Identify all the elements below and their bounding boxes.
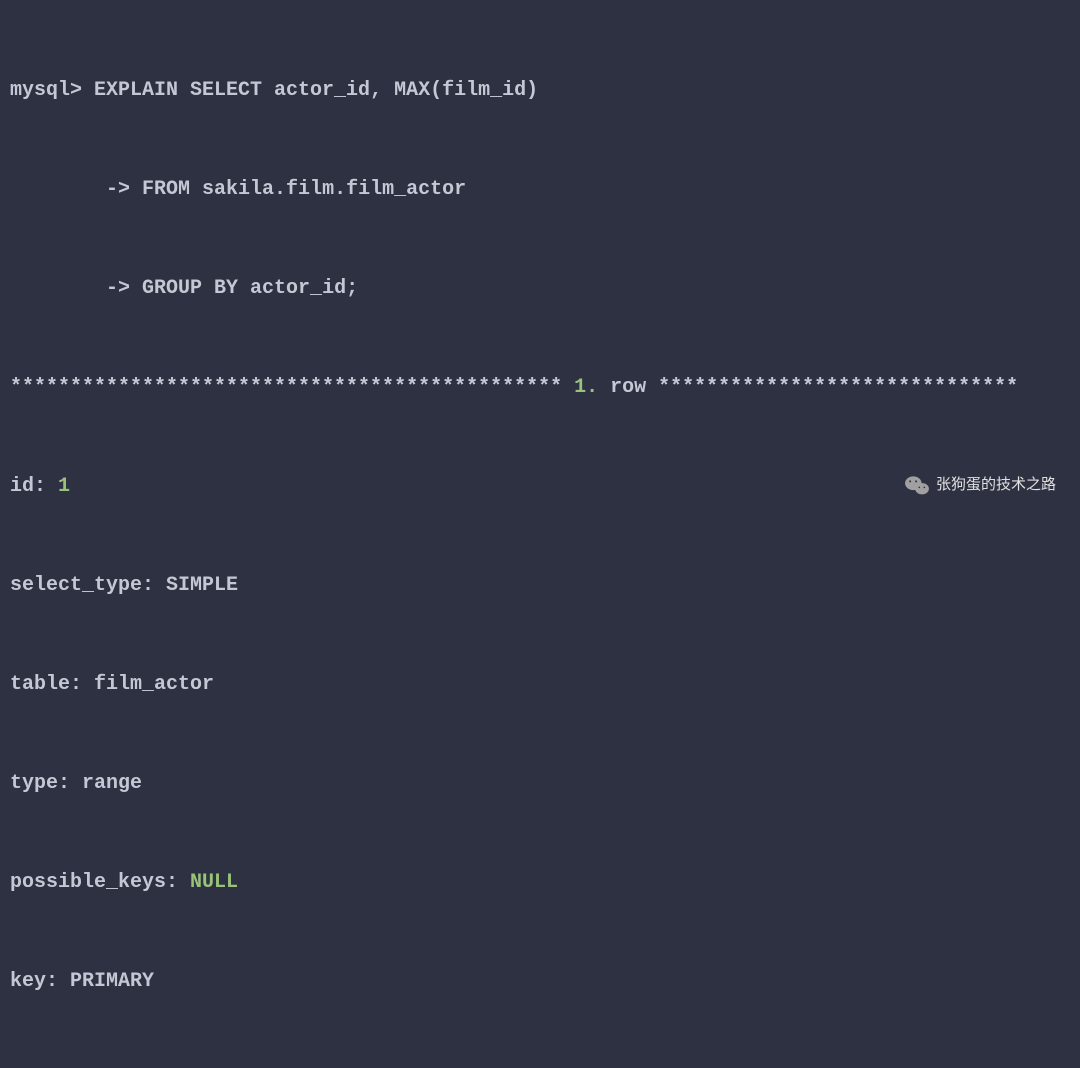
mysql-prompt: mysql>: [10, 79, 82, 102]
select-type-value: SIMPLE: [166, 574, 238, 597]
query-text-1: EXPLAIN SELECT actor_id, MAX(film_id): [82, 79, 538, 102]
key-label: key:: [10, 970, 58, 993]
table-value: film_actor: [94, 673, 214, 696]
row-separator: ****************************************…: [10, 371, 1070, 404]
continuation-prompt: ->: [58, 178, 130, 201]
id-label: id:: [10, 475, 46, 498]
key-value: PRIMARY: [70, 970, 154, 993]
watermark-text: 张狗蛋的技术之路: [936, 473, 1056, 498]
result-key-len: key_len: 2: [10, 1064, 1070, 1068]
mysql-terminal: mysql> EXPLAIN SELECT actor_id, MAX(film…: [10, 8, 1070, 1068]
type-value: range: [82, 772, 142, 795]
stars-right: ******************************: [658, 376, 1018, 399]
table-label: table:: [10, 673, 82, 696]
row-text: row: [598, 376, 658, 399]
continuation-prompt: ->: [58, 277, 130, 300]
result-table: table: film_actor: [10, 668, 1070, 701]
query-line-3: -> GROUP BY actor_id;: [10, 272, 1070, 305]
query-line-1: mysql> EXPLAIN SELECT actor_id, MAX(film…: [10, 74, 1070, 107]
row-number: 1.: [562, 376, 598, 399]
watermark: 张狗蛋的技术之路: [904, 473, 1056, 498]
select-type-label: select_type:: [10, 574, 154, 597]
id-value: 1: [58, 475, 70, 498]
wechat-icon: [904, 475, 930, 497]
query-text-3: GROUP BY actor_id;: [130, 277, 358, 300]
query-text-2: FROM sakila.film.film_actor: [130, 178, 466, 201]
stars-left: ****************************************…: [10, 376, 562, 399]
type-label: type:: [10, 772, 70, 795]
result-possible-keys: possible_keys: NULL: [10, 866, 1070, 899]
query-line-2: -> FROM sakila.film.film_actor: [10, 173, 1070, 206]
result-select-type: select_type: SIMPLE: [10, 569, 1070, 602]
possible-keys-label: possible_keys:: [10, 871, 178, 894]
result-type: type: range: [10, 767, 1070, 800]
possible-keys-value: NULL: [190, 871, 238, 894]
result-key: key: PRIMARY: [10, 965, 1070, 998]
